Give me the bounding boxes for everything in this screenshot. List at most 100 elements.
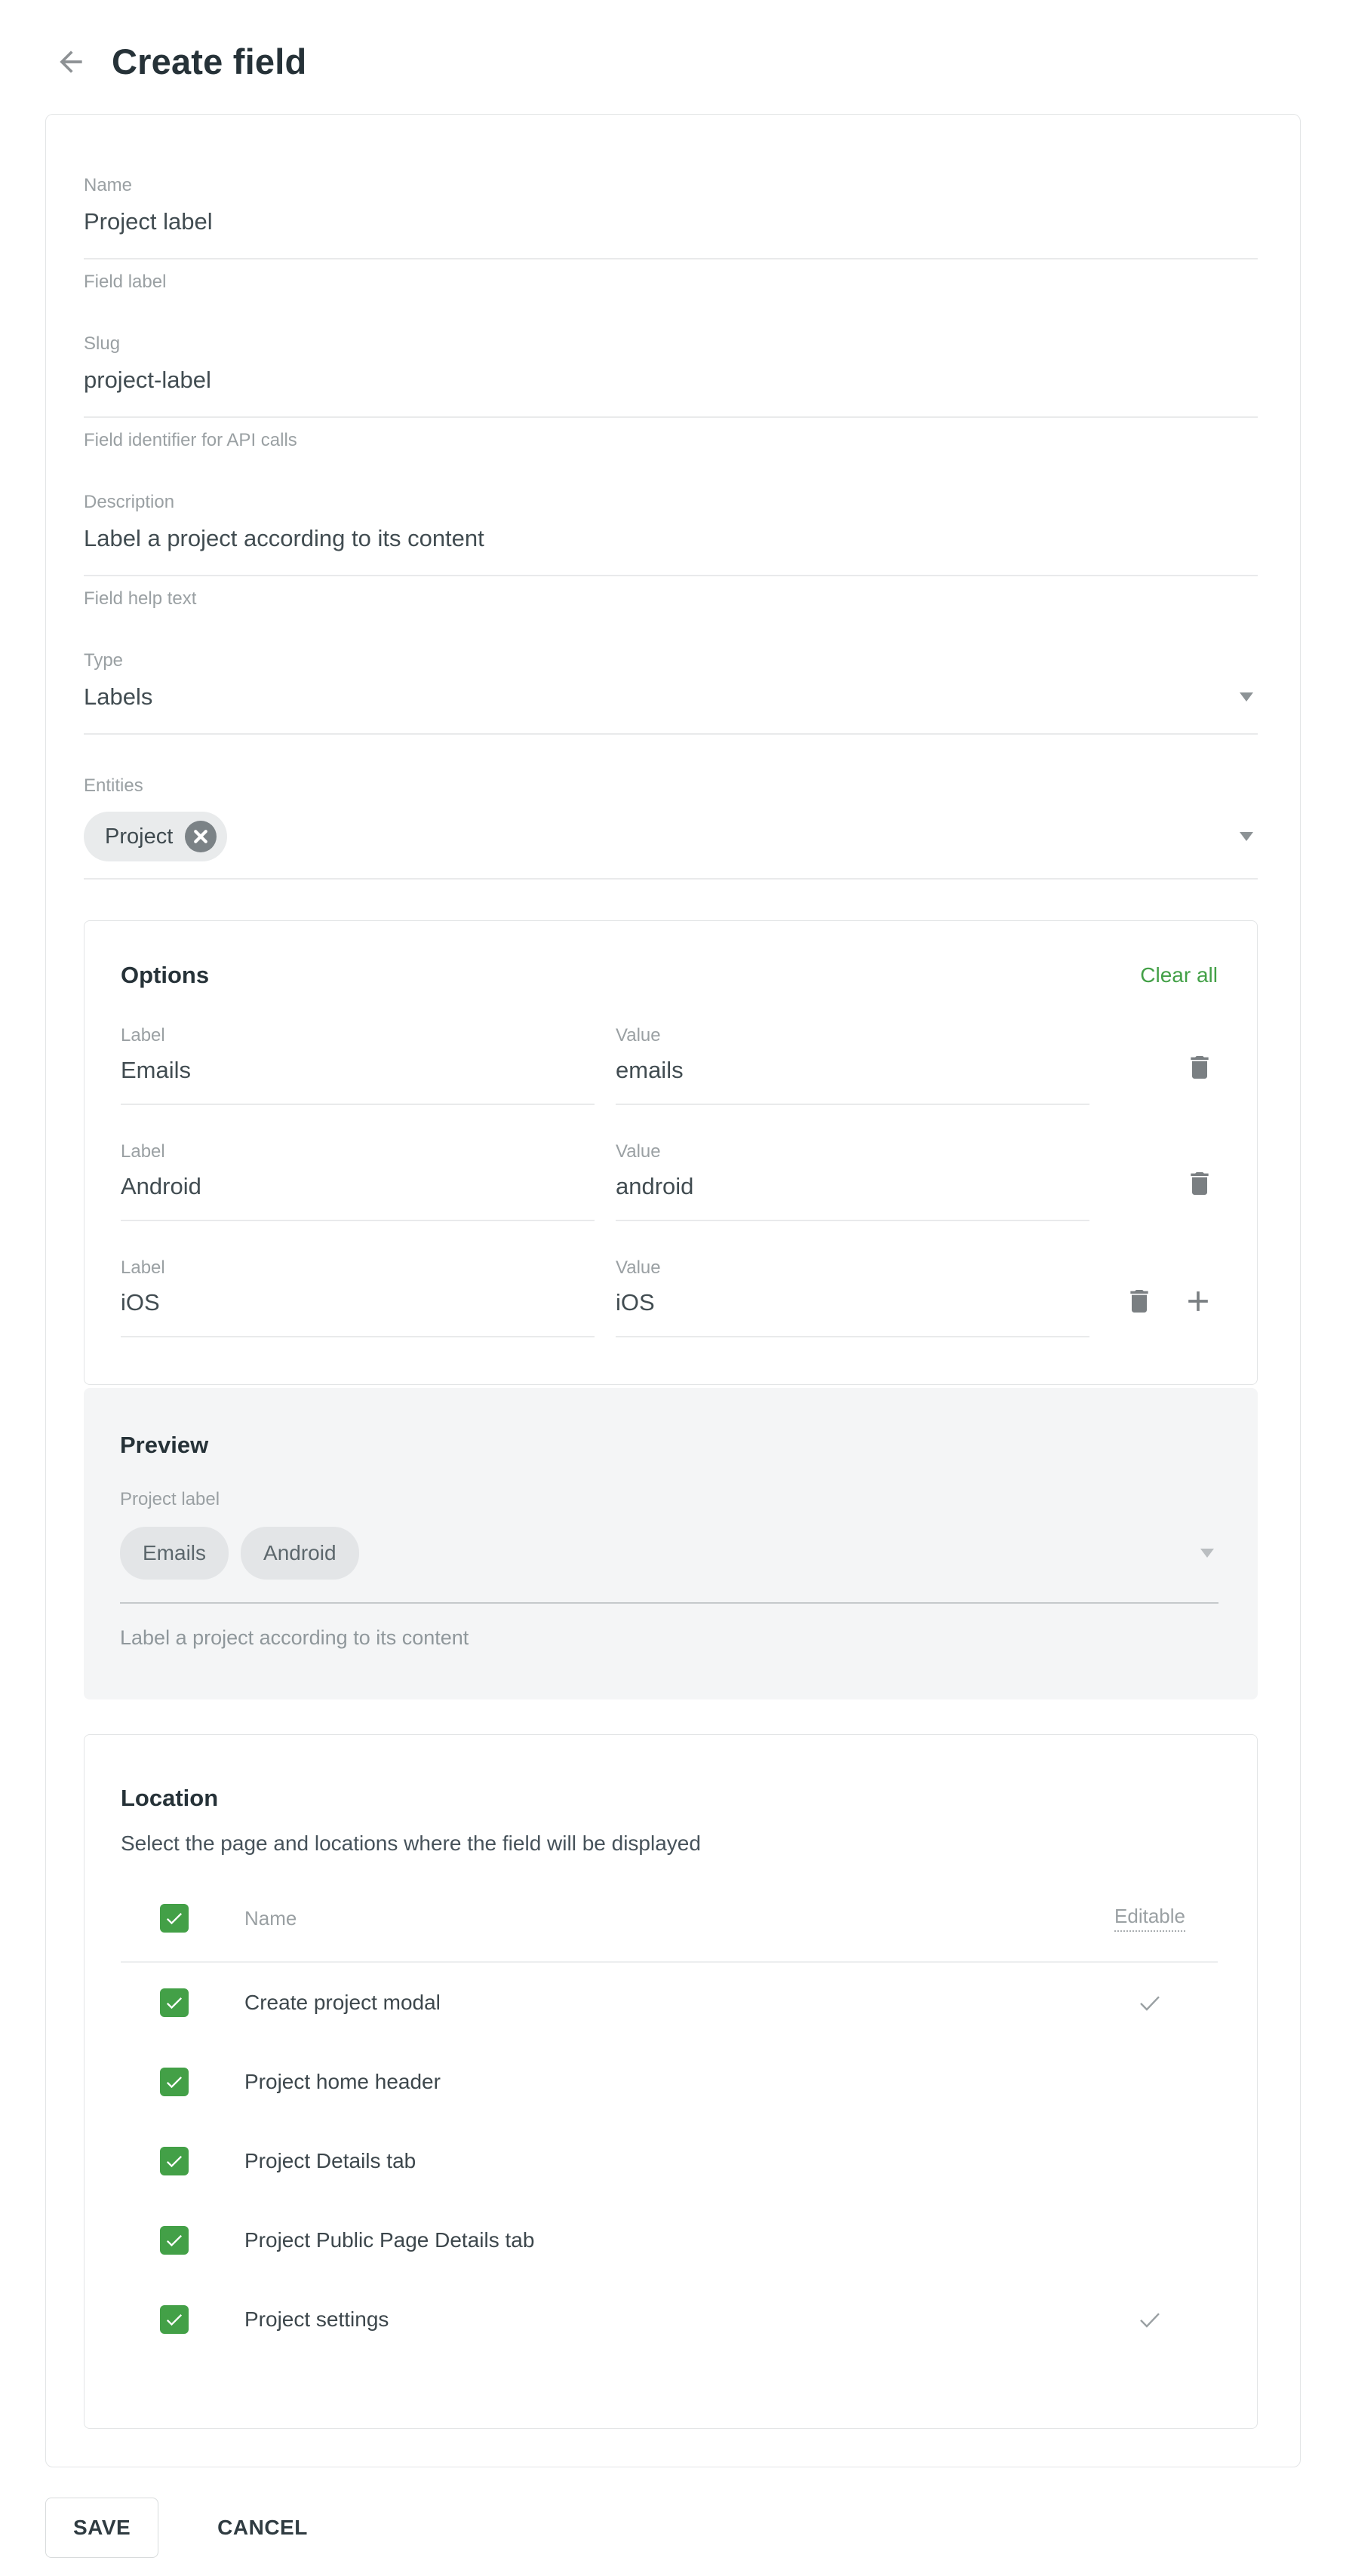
name-field: Name Project label Field label [84,175,1258,293]
description-field-label: Description [84,492,1258,513]
cancel-button[interactable]: CANCEL [213,2515,312,2541]
location-row: Project Public Page Details tab [121,2200,1218,2280]
option-row: Label iOS Value iOS [121,1257,1218,1337]
options-title: Options [121,962,209,989]
option-label-cell: Label Android [121,1141,595,1221]
location-name: Project Details tab [244,2149,416,2173]
location-checkbox[interactable] [160,2305,189,2334]
location-row: Create project modal [121,1963,1218,2042]
select-all-checkbox[interactable] [160,1904,189,1933]
option-label-caption: Label [121,1025,595,1046]
option-value-cell: Value iOS [616,1257,1089,1337]
option-label-cell: Label Emails [121,1025,595,1105]
remove-entity-button[interactable] [185,821,217,852]
location-name: Create project modal [244,1991,441,2015]
check-icon [164,2309,185,2330]
location-checkbox[interactable] [160,2068,189,2096]
trash-icon [1185,1052,1215,1082]
type-field: Type Labels [84,650,1258,735]
option-value-caption: Value [616,1025,1089,1046]
option-value-caption: Value [616,1257,1089,1279]
delete-option-button[interactable] [1124,1286,1154,1316]
option-label-cell: Label iOS [121,1257,595,1337]
entities-field-label: Entities [84,775,1258,797]
option-label-caption: Label [121,1141,595,1162]
editable-cell [1082,2306,1218,2333]
location-subtitle: Select the page and locations where the … [121,1831,1218,1856]
location-section: Location Select the page and locations w… [84,1734,1258,2429]
type-select[interactable]: Labels [84,683,1258,735]
column-header-name: Name [244,1907,297,1930]
type-select-value: Labels [84,683,152,711]
location-checkbox[interactable] [160,2226,189,2255]
location-checkbox[interactable] [160,1988,189,2017]
editable-check-icon [1136,1989,1163,2016]
location-table: Name Editable Create project modal [121,1904,1218,2359]
option-value-cell: Value emails [616,1025,1089,1105]
chevron-down-icon [1240,832,1253,841]
option-label-caption: Label [121,1257,595,1279]
option-label-input[interactable]: Android [121,1173,595,1221]
name-field-helper: Field label [84,272,1258,293]
chevron-down-icon [1200,1549,1214,1558]
save-button[interactable]: SAVE [45,2498,158,2558]
location-row: Project settings [121,2280,1218,2359]
slug-field: Slug project-label Field identifier for … [84,333,1258,451]
entities-select[interactable]: Project [84,812,1258,880]
preview-section: Preview Project label Emails Android Lab… [84,1388,1258,1699]
location-name: Project Public Page Details tab [244,2228,534,2252]
add-option-button[interactable] [1182,1285,1215,1318]
entities-field: Entities Project [84,775,1258,880]
name-input[interactable]: Project label [84,208,1258,259]
description-field: Description Label a project according to… [84,492,1258,609]
entity-chip-project: Project [84,812,227,861]
editable-cell [1082,1989,1218,2016]
option-row: Label Android Value android [121,1141,1218,1221]
plus-icon [1182,1285,1215,1318]
description-input[interactable]: Label a project according to its content [84,525,1258,576]
slug-input[interactable]: project-label [84,367,1258,418]
location-row: Project Details tab [121,2121,1218,2200]
location-name: Project home header [244,2070,441,2094]
check-icon [164,2151,185,2172]
option-label-input[interactable]: Emails [121,1057,595,1105]
slug-field-label: Slug [84,333,1258,355]
check-icon [164,1908,185,1929]
column-header-editable: Editable [1082,1905,1218,1932]
preview-field-label: Project label [120,1489,1218,1510]
option-value-input[interactable]: emails [616,1057,1089,1105]
option-row: Label Emails Value emails [121,1025,1218,1105]
preview-chip: Emails [120,1527,229,1580]
editable-check-icon [1136,2306,1163,2333]
description-field-helper: Field help text [84,588,1258,609]
preview-helper: Label a project according to its content [120,1626,1218,1650]
option-label-input[interactable]: iOS [121,1289,595,1337]
delete-option-button[interactable] [1185,1168,1215,1199]
arrow-left-icon [54,45,88,78]
option-value-input[interactable]: iOS [616,1289,1089,1337]
create-field-card: Name Project label Field label Slug proj… [45,114,1301,2467]
check-icon [164,1992,185,2013]
chevron-down-icon [1240,692,1253,702]
trash-icon [1185,1168,1215,1199]
column-header-editable-label: Editable [1114,1905,1185,1932]
location-title: Location [121,1785,1218,1812]
location-row: Project home header [121,2042,1218,2121]
page-header: Create field [0,0,1346,82]
footer-actions: SAVE CANCEL [45,2498,1346,2576]
close-icon [185,821,217,852]
check-icon [164,2071,185,2092]
option-value-input[interactable]: android [616,1173,1089,1221]
clear-all-link[interactable]: Clear all [1140,963,1218,987]
preview-title: Preview [120,1432,1218,1459]
name-field-label: Name [84,175,1258,196]
option-value-caption: Value [616,1141,1089,1162]
location-name: Project settings [244,2307,389,2332]
slug-field-helper: Field identifier for API calls [84,430,1258,451]
entity-chip-label: Project [105,824,173,849]
location-checkbox[interactable] [160,2147,189,2175]
delete-option-button[interactable] [1185,1052,1215,1082]
back-button[interactable] [53,44,89,80]
option-value-cell: Value android [616,1141,1089,1221]
type-field-label: Type [84,650,1258,671]
